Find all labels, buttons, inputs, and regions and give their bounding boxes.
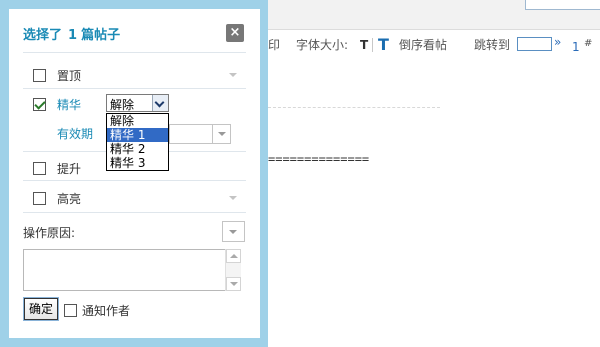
reason-preset-select[interactable] bbox=[222, 221, 245, 242]
sticky-checkbox[interactable] bbox=[33, 69, 46, 82]
reason-label: 操作原因: bbox=[23, 226, 76, 240]
reverse-view-link[interactable]: 倒序看帖 bbox=[399, 36, 447, 54]
digest-checkbox[interactable] bbox=[33, 98, 46, 111]
title-prefix: 选择了 bbox=[23, 28, 63, 43]
notify-author-checkbox[interactable] bbox=[64, 304, 77, 317]
post-anchor[interactable]: # bbox=[584, 35, 592, 53]
jump-page-input[interactable] bbox=[517, 37, 552, 51]
moderation-dialog-frame: 选择了 1 篇帖子 × 置顶 精华 有效期 提升 高亮 解除 解除 精华 1 精… bbox=[0, 0, 268, 347]
bump-checkbox[interactable] bbox=[33, 162, 46, 175]
notify-author-label: 通知作者 bbox=[82, 304, 131, 318]
scroll-up-icon[interactable] bbox=[226, 249, 241, 263]
reason-scrollbar[interactable] bbox=[225, 249, 241, 291]
dropdown-option-release[interactable]: 解除 bbox=[107, 114, 168, 128]
font-size-label: 字体大小: bbox=[296, 38, 349, 52]
confirm-button[interactable]: 确定 bbox=[23, 297, 59, 321]
digest-level-select[interactable]: 解除 bbox=[106, 94, 169, 112]
title-suffix: 篇帖子 bbox=[81, 28, 121, 43]
close-icon[interactable]: × bbox=[226, 24, 244, 42]
highlight-checkbox[interactable] bbox=[33, 192, 46, 205]
option-row-highlight: 高亮 bbox=[23, 180, 246, 212]
scroll-down-icon[interactable] bbox=[226, 277, 241, 291]
reason-textarea[interactable] bbox=[23, 249, 241, 291]
chevron-down-icon[interactable] bbox=[212, 125, 230, 143]
dropdown-option-digest-3[interactable]: 精华 3 bbox=[107, 156, 168, 170]
bump-label: 提升 bbox=[57, 162, 82, 176]
options-divider bbox=[23, 212, 246, 213]
dialog-title: 选择了 1 篇帖子 bbox=[23, 24, 120, 43]
expire-date-select[interactable] bbox=[169, 124, 231, 144]
toolbar-divider bbox=[372, 38, 373, 52]
digest-level-value: 解除 bbox=[110, 98, 135, 112]
jump-label: 跳转到 bbox=[474, 38, 511, 52]
chevron-down-icon[interactable] bbox=[152, 95, 168, 111]
font-large-icon[interactable]: T bbox=[378, 36, 389, 54]
top-action-button[interactable] bbox=[525, 0, 600, 10]
dropdown-option-digest-1[interactable]: 精华 1 bbox=[107, 128, 168, 142]
content-divider bbox=[268, 107, 440, 108]
digest-level-dropdown: 解除 精华 1 精华 2 精华 3 bbox=[106, 113, 169, 171]
dropdown-option-digest-2[interactable]: 精华 2 bbox=[107, 142, 168, 156]
moderation-dialog: 选择了 1 篇帖子 × 置顶 精华 有效期 提升 高亮 解除 解除 精华 1 精… bbox=[9, 9, 260, 338]
page-number-link[interactable]: 1 bbox=[572, 38, 580, 56]
print-link[interactable]: 印 bbox=[268, 36, 280, 54]
selected-count: 1 bbox=[68, 28, 78, 43]
option-row-sticky: 置顶 bbox=[23, 52, 246, 88]
expire-label: 有效期 bbox=[57, 127, 94, 141]
sticky-label: 置顶 bbox=[57, 69, 82, 83]
highlight-label: 高亮 bbox=[57, 192, 82, 206]
font-small-icon[interactable]: T bbox=[360, 36, 368, 54]
highlight-expand-icon[interactable] bbox=[229, 196, 237, 200]
post-separator-text: ============== bbox=[268, 152, 370, 166]
sticky-expand-icon[interactable] bbox=[229, 73, 237, 77]
digest-label: 精华 bbox=[57, 98, 82, 112]
jump-go-button[interactable]: » bbox=[554, 33, 561, 51]
